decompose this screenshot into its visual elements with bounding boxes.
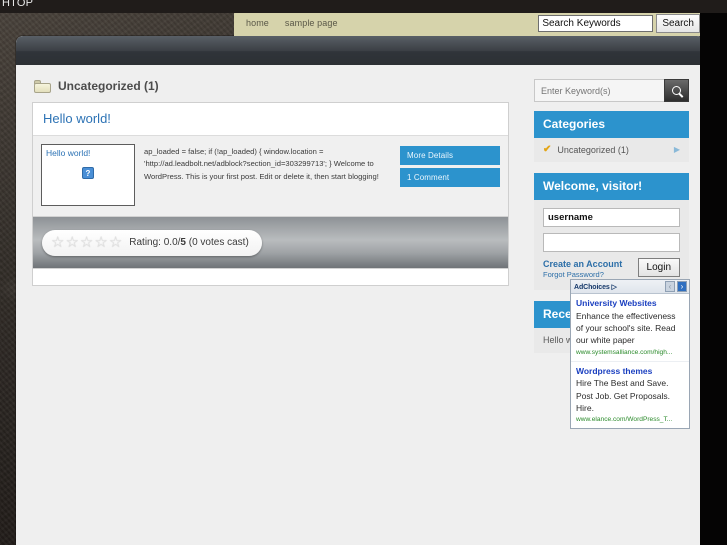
star-icon-4[interactable]: ☆ [94, 235, 107, 250]
app-panel: Uncategorized (1) Hello world! Hello wor… [16, 36, 704, 545]
post-card-footer [33, 269, 508, 285]
rating-suffix: (0 votes cast) [185, 237, 249, 248]
widget-categories: Categories ✔ Uncategorized (1) ▶ [534, 111, 689, 162]
ad-url[interactable]: www.systemsalliance.com/high... [576, 349, 684, 356]
header-search-input[interactable] [538, 15, 654, 32]
login-links: Create an Account Forgot Password? [543, 258, 632, 280]
category-heading-label: Uncategorized (1) [58, 79, 159, 93]
primary-nav: home sample page [234, 18, 338, 28]
category-item-uncategorized[interactable]: ✔ Uncategorized (1) ▶ [534, 138, 689, 162]
post-actions: More Details 1 Comment [400, 144, 500, 206]
rating-strip: ☆ ☆ ☆ ☆ ☆ Rating: 0.0/5 (0 votes cast) [33, 217, 508, 269]
panel-header-bar [16, 36, 704, 65]
site-header-bar: home sample page Search [234, 10, 704, 36]
sidebar-search [534, 79, 689, 102]
categories-heading: Categories [534, 111, 689, 138]
widget-login: Welcome, visitor! Create an Account Forg… [534, 173, 689, 291]
sidebar-search-button[interactable] [664, 79, 689, 102]
welcome-heading: Welcome, visitor! [534, 173, 689, 200]
os-title-strip: HTOP [0, 0, 727, 13]
comments-button[interactable]: 1 Comment [400, 168, 500, 187]
star-icon-1[interactable]: ☆ [51, 235, 64, 250]
ad-description: Hire The Best and Save. Post Job. Get Pr… [576, 378, 671, 413]
post-title[interactable]: Hello world! [33, 103, 508, 136]
ad-nav-controls: ‹ › [665, 281, 687, 292]
rating-prefix: Rating: 0.0/ [129, 237, 181, 248]
post-inner: Hello world! ? ap_loaded = false; if (!a… [33, 136, 508, 217]
ad-title[interactable]: Wordpress themes [576, 366, 684, 377]
ad-next-icon[interactable]: › [677, 281, 687, 292]
login-form: Create an Account Forgot Password? Login [534, 200, 689, 291]
categories-list: ✔ Uncategorized (1) ▶ [534, 138, 689, 162]
post-thumbnail[interactable]: Hello world! ? [41, 144, 135, 206]
nav-item-sample-page[interactable]: sample page [285, 18, 338, 28]
header-search: Search [538, 14, 700, 33]
sidebar-search-input[interactable] [534, 79, 664, 102]
ad-prev-icon[interactable]: ‹ [665, 281, 675, 292]
more-details-button[interactable]: More Details [400, 146, 500, 165]
ad-item[interactable]: University Websites Enhance the effectiv… [571, 294, 689, 361]
category-heading: Uncategorized (1) [32, 79, 509, 93]
ad-title[interactable]: University Websites [576, 298, 684, 309]
check-icon: ✔ [543, 144, 552, 155]
username-field[interactable] [543, 208, 680, 227]
category-item-label: Uncategorized (1) [557, 144, 629, 155]
chevron-right-icon: ▶ [673, 145, 680, 154]
ad-item[interactable]: Wordpress themes Hire The Best and Save.… [571, 360, 689, 429]
os-title-label: HTOP [2, 0, 34, 9]
password-field[interactable] [543, 233, 680, 252]
search-icon [672, 86, 681, 95]
rating-text: Rating: 0.0/5 (0 votes cast) [129, 237, 249, 248]
folder-icon [34, 79, 51, 93]
sidebar: Categories ✔ Uncategorized (1) ▶ Welcome… [534, 79, 690, 430]
content-column: Uncategorized (1) Hello world! Hello wor… [32, 79, 509, 286]
header-search-button[interactable]: Search [656, 14, 700, 33]
star-icon-2[interactable]: ☆ [65, 235, 78, 250]
ad-url[interactable]: www.elance.com/WordPress_T... [576, 416, 684, 423]
star-icon-3[interactable]: ☆ [80, 235, 93, 250]
nav-item-home[interactable]: home [246, 18, 269, 28]
thumbnail-label: Hello world! [46, 148, 91, 158]
panel-body: Uncategorized (1) Hello world! Hello wor… [16, 65, 704, 545]
ad-widget: AdChoices ▷ ‹ › University Websites Enha… [570, 279, 690, 430]
login-button[interactable]: Login [637, 258, 680, 277]
post-card: Hello world! Hello world! ? ap_loaded = … [32, 102, 509, 286]
login-footer: Create an Account Forgot Password? Login [543, 258, 680, 280]
rating-widget[interactable]: ☆ ☆ ☆ ☆ ☆ Rating: 0.0/5 (0 votes cast) [42, 229, 262, 256]
broken-image-icon: ? [82, 167, 94, 180]
star-icon-5[interactable]: ☆ [109, 235, 122, 250]
create-account-link[interactable]: Create an Account [543, 258, 632, 270]
right-gutter [700, 12, 727, 545]
adchoices-icon[interactable]: AdChoices ▷ [574, 283, 617, 291]
ad-description: Enhance the effectiveness of your school… [576, 310, 676, 346]
ad-widget-header: AdChoices ▷ ‹ › [571, 280, 689, 294]
rating-stars[interactable]: ☆ ☆ ☆ ☆ ☆ [51, 235, 122, 250]
post-excerpt: ap_loaded = false; if (!ap_loaded) { win… [144, 147, 379, 181]
